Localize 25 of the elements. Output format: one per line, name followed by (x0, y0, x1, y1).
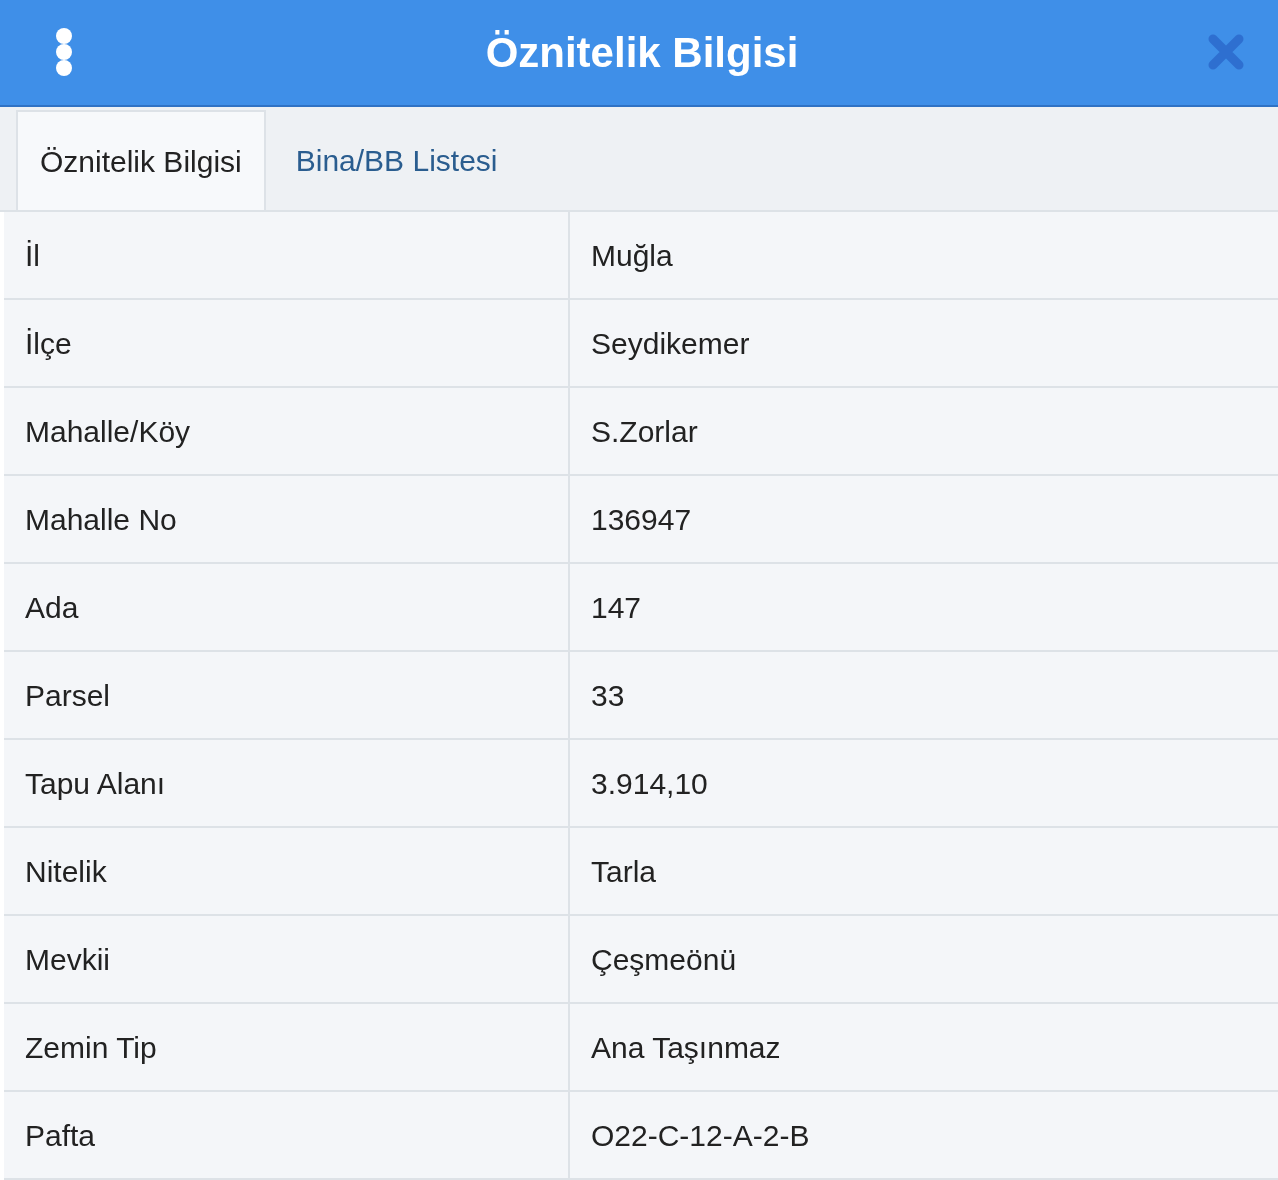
tab[interactable]: Bina/BB Listesi (265, 110, 528, 210)
table-cell: Tapu Alanı (4, 740, 570, 826)
table-cell: Seydikemer (570, 300, 1278, 386)
table-cell: Mahalle/Köy (4, 388, 570, 474)
table-cell: O22-C-12-A-2-B (570, 1092, 1278, 1178)
table-cell: İl (4, 212, 570, 298)
table-cell: S.Zorlar (570, 388, 1278, 474)
table-cell: Mevkii (4, 916, 570, 1002)
table-cell: Ada (4, 564, 570, 650)
table-cell: Ana Taşınmaz (570, 1004, 1278, 1090)
table-cell: Tarla (570, 828, 1278, 914)
table-cell: 3.914,10 (570, 740, 1278, 826)
table-cell: Nitelik (4, 828, 570, 914)
table-cell: Muğla (570, 212, 1278, 298)
table-cell: Parsel (4, 652, 570, 738)
table-cell: Çeşmeönü (570, 916, 1278, 1002)
table-cell: Mahalle No (4, 476, 570, 562)
table-cell: 147 (570, 564, 1278, 650)
table-cell: İlçe (4, 300, 570, 386)
tab[interactable]: Öznitelik Bilgisi (16, 110, 266, 210)
table-cell: 33 (570, 652, 1278, 738)
table-cell: Pafta (4, 1092, 570, 1178)
table-cell: Zemin Tip (4, 1004, 570, 1090)
table-cell: 136947 (570, 476, 1278, 562)
window-title: Öznitelik Bilgisi (485, 27, 799, 78)
